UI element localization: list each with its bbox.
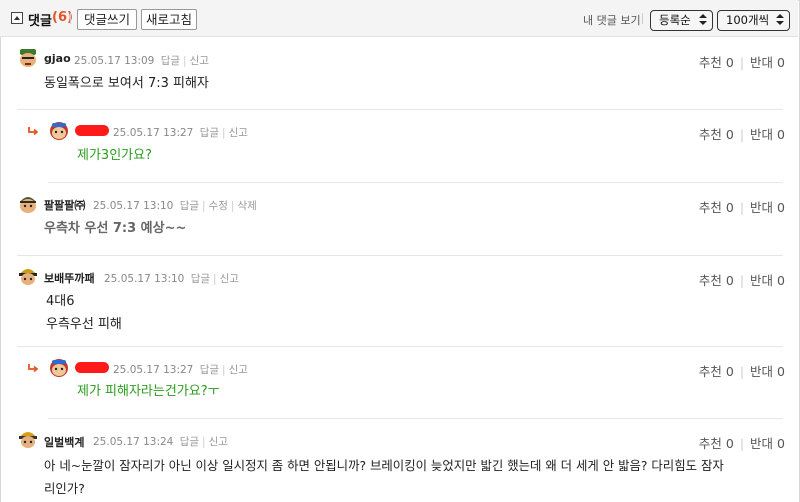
comment-nickname[interactable]: 보배뚜까패 xyxy=(44,270,95,286)
user-avatar-icon xyxy=(20,197,36,213)
comment-votes: 추천 0 | 반대 0 xyxy=(698,364,785,379)
comment-body: 제가 피해자라는건가요?ㅜ xyxy=(77,384,220,399)
sort-select-value: 등록순 xyxy=(659,13,691,27)
comment-votes: 추천 0 | 반대 0 xyxy=(698,436,785,451)
user-avatar-icon xyxy=(19,432,37,448)
comment-body: 동일폭으로 보여서 7:3 피해자 xyxy=(44,76,209,91)
comment-meta: 25.05.17 13:10 답글 | 신고 xyxy=(104,273,239,285)
comment-body-line: 아 네~눈깔이 잠자리가 아닌 이상 일시정지 좀 하면 안됩니까? 브레이킹이… xyxy=(44,458,724,473)
upvote-button[interactable]: 추천 0 xyxy=(699,200,734,215)
delete-link[interactable]: 삭제 xyxy=(237,200,256,212)
comment-meta: 25.05.17 13:27 답글 | 신고 xyxy=(113,364,248,376)
report-link[interactable]: 신고 xyxy=(209,436,228,448)
downvote-count: 0 xyxy=(777,436,785,451)
downvote-count: 0 xyxy=(777,127,785,142)
comment-body: 우측차 우선 7:3 예상~~ xyxy=(44,221,187,236)
upvote-count: 0 xyxy=(725,273,734,288)
downvote-button[interactable]: 반대 0 xyxy=(750,364,785,379)
comment-nickname[interactable]: gjao xyxy=(44,52,71,65)
reply-link[interactable]: 답글 xyxy=(180,436,199,448)
reply-link[interactable]: 답글 xyxy=(200,364,219,376)
comment-body-line: 4대6 xyxy=(46,294,75,309)
upvote-button[interactable]: 추천 0 xyxy=(699,364,734,379)
upvote-count: 0 xyxy=(725,436,734,451)
comments-title: 댓글 xyxy=(28,14,52,29)
report-link[interactable]: 신고 xyxy=(220,273,239,285)
report-link[interactable]: 신고 xyxy=(190,55,209,67)
comment-divider xyxy=(17,346,783,347)
upvote-button[interactable]: 추천 0 xyxy=(699,436,734,451)
comment-votes: 추천 0 | 반대 0 xyxy=(698,55,785,70)
upvote-button[interactable]: 추천 0 xyxy=(699,55,734,70)
comment-meta: 25.05.17 13:09 답글 | 신고 xyxy=(74,55,209,67)
comment-meta: 25.05.17 13:10 답글 | 수정 | 삭제 xyxy=(93,200,257,212)
reply-link[interactable]: 답글 xyxy=(200,127,219,139)
comment-divider xyxy=(17,255,783,256)
divider xyxy=(642,13,643,24)
user-avatar-icon xyxy=(50,122,68,140)
reply-arrow-icon xyxy=(28,364,38,372)
comment-votes: 추천 0 | 반대 0 xyxy=(698,200,785,215)
comment-date: 25.05.17 13:09 xyxy=(74,55,155,67)
comment-votes: 추천 0 | 반대 0 xyxy=(698,127,785,142)
report-link[interactable]: 신고 xyxy=(229,364,248,376)
user-avatar-icon xyxy=(50,359,68,377)
comment-meta: 25.05.17 13:24 답글 | 신고 xyxy=(93,436,228,448)
comment-date: 25.05.17 13:10 xyxy=(104,273,185,285)
comment-date: 25.05.17 13:27 xyxy=(113,364,194,376)
upvote-count: 0 xyxy=(725,200,734,215)
reply-link[interactable]: 답글 xyxy=(161,55,180,67)
downvote-button[interactable]: 반대 0 xyxy=(750,55,785,70)
user-avatar-icon xyxy=(20,49,36,67)
comment-body-line: 우측우선 피해 xyxy=(46,317,122,332)
user-avatar-icon xyxy=(19,269,37,285)
upvote-count: 0 xyxy=(725,364,734,379)
upvote-button[interactable]: 추천 0 xyxy=(699,127,734,142)
downvote-button[interactable]: 반대 0 xyxy=(750,436,785,451)
downvote-count: 0 xyxy=(777,55,785,70)
redacted-nickname xyxy=(75,125,109,136)
comment-divider xyxy=(48,182,783,183)
per-page-select-value: 100개씩 xyxy=(726,13,770,27)
downvote-button[interactable]: 반대 0 xyxy=(750,127,785,142)
comment-meta: 25.05.17 13:27 답글 | 신고 xyxy=(113,127,248,139)
reply-arrow-icon xyxy=(28,127,38,135)
upvote-button[interactable]: 추천 0 xyxy=(699,273,734,288)
edit-link[interactable]: 수정 xyxy=(209,200,228,212)
select-arrows-icon xyxy=(699,14,707,26)
reply-link[interactable]: 답글 xyxy=(191,273,210,285)
my-comments-link[interactable]: 내 댓글 보기 xyxy=(583,12,641,28)
divider xyxy=(70,13,71,24)
reply-link[interactable]: 답글 xyxy=(180,200,199,212)
comment-date: 25.05.17 13:27 xyxy=(113,127,194,139)
refresh-button[interactable]: 새로고침 xyxy=(141,9,197,30)
comment-divider xyxy=(48,418,783,419)
redacted-nickname xyxy=(75,362,109,373)
comment-body-line: 리인가? xyxy=(44,481,85,496)
select-arrows-icon xyxy=(776,14,784,26)
comment-divider xyxy=(17,109,783,110)
downvote-count: 0 xyxy=(777,200,785,215)
comment-toolbar: 댓글 (6) 댓글쓰기 새로고침 내 댓글 보기 등록순 100개씩 xyxy=(0,0,798,37)
comment-date: 25.05.17 13:10 xyxy=(93,200,174,212)
per-page-select[interactable]: 100개씩 xyxy=(717,10,790,31)
comment-date: 25.05.17 13:24 xyxy=(93,436,174,448)
downvote-count: 0 xyxy=(777,273,785,288)
downvote-button[interactable]: 반대 0 xyxy=(750,200,785,215)
write-comment-button[interactable]: 댓글쓰기 xyxy=(77,9,137,30)
comment-nickname[interactable]: 팔팔팔㈜ xyxy=(44,197,85,213)
downvote-button[interactable]: 반대 0 xyxy=(750,273,785,288)
upvote-count: 0 xyxy=(725,55,734,70)
downvote-count: 0 xyxy=(777,364,785,379)
comment-body: 제가3인가요? xyxy=(77,148,152,163)
report-link[interactable]: 신고 xyxy=(229,127,248,139)
comment-votes: 추천 0 | 반대 0 xyxy=(698,273,785,288)
comment-nickname[interactable]: 일벌백계 xyxy=(44,434,84,450)
upvote-count: 0 xyxy=(725,127,734,142)
collapse-toggle-icon[interactable] xyxy=(11,12,23,24)
sort-select[interactable]: 등록순 xyxy=(650,10,713,31)
